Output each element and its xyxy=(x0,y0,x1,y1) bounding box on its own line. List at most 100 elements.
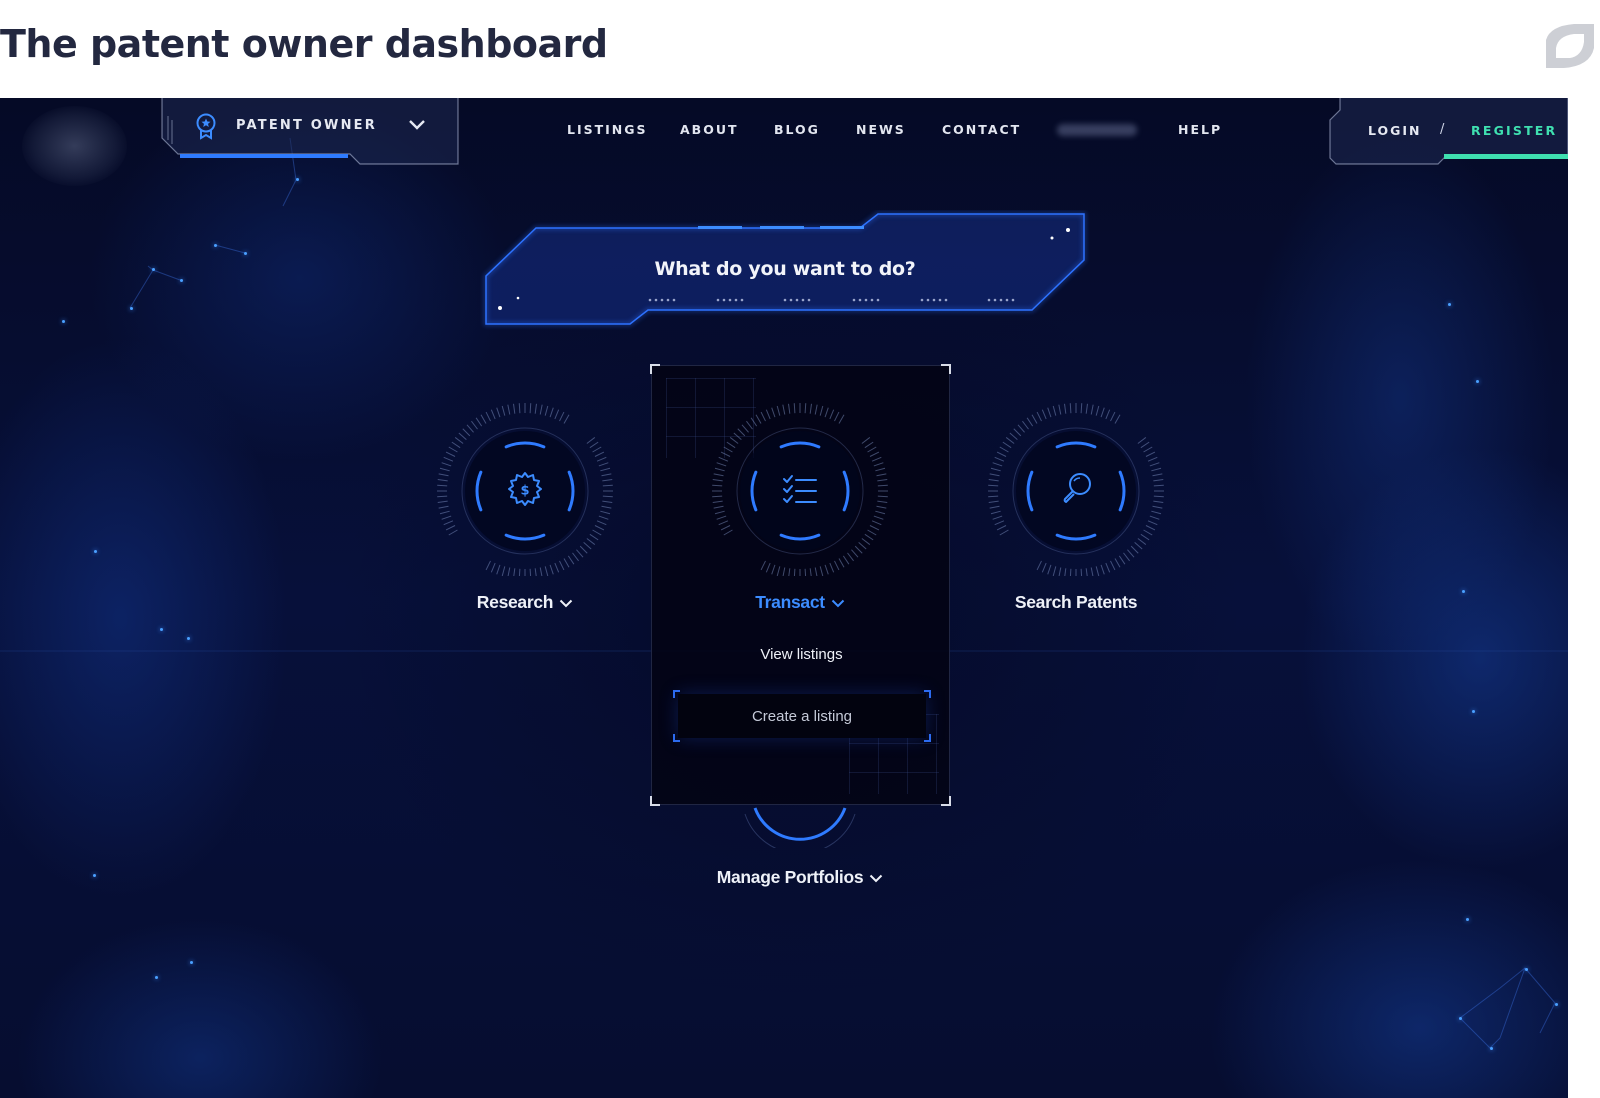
dial-tick xyxy=(1105,562,1111,573)
dial-tick xyxy=(592,529,602,536)
dial-tick xyxy=(814,404,818,415)
action-manage-portfolios-label[interactable]: Manage Portfolios xyxy=(700,867,900,888)
nav-listings[interactable]: LISTINGS xyxy=(567,122,648,137)
dial-tick xyxy=(990,510,1001,515)
dial-tick xyxy=(1153,500,1164,503)
star-dot xyxy=(1525,968,1528,971)
star-dot xyxy=(130,307,133,310)
dial-tick xyxy=(529,568,532,576)
dial-tick xyxy=(713,473,724,477)
login-link[interactable]: LOGIN xyxy=(1368,123,1422,138)
star-dot xyxy=(155,976,158,979)
dial-tick xyxy=(999,446,1009,453)
nav-blog[interactable]: BLOG xyxy=(774,122,820,137)
menu-item-create-listing[interactable]: Create a listing xyxy=(673,690,931,742)
dial-tick xyxy=(771,407,776,418)
dial-tick xyxy=(793,568,796,576)
magnifier-icon xyxy=(1063,473,1091,503)
star-dot xyxy=(152,268,155,271)
dial-tick xyxy=(441,462,452,467)
action-research-label[interactable]: Research xyxy=(425,592,625,613)
register-link[interactable]: REGISTER xyxy=(1471,123,1557,138)
dial-tick xyxy=(819,405,824,416)
dial-tick xyxy=(726,441,736,449)
dial-tick xyxy=(771,564,776,575)
dial-tick xyxy=(586,437,596,444)
dial-tick xyxy=(544,566,549,576)
dial-tick xyxy=(437,495,448,498)
svg-text:$: $ xyxy=(520,484,529,499)
dial-tick xyxy=(994,456,1005,462)
dial-tick xyxy=(448,529,458,536)
dial-tick xyxy=(1047,564,1052,575)
star-dot xyxy=(93,874,96,877)
dial-tick xyxy=(485,411,491,422)
dial-tick xyxy=(1153,479,1164,482)
nav-help[interactable]: HELP xyxy=(1178,122,1222,137)
dial-tick xyxy=(854,545,863,554)
dial-tick xyxy=(788,568,791,576)
prompt-title: What do you want to do? xyxy=(654,258,916,280)
dial-tick xyxy=(877,495,888,498)
dial-tick xyxy=(1022,420,1029,430)
gear-dollar-icon: $ xyxy=(508,472,542,506)
dial-tick xyxy=(563,558,570,568)
dial-tick xyxy=(858,542,867,550)
dial-tick xyxy=(602,500,613,503)
action-transact-label[interactable]: Transact xyxy=(700,592,900,613)
bracket-decoration xyxy=(924,690,931,698)
card-corner xyxy=(650,364,660,374)
chevron-down-icon xyxy=(559,599,573,608)
star-dot xyxy=(244,252,247,255)
action-search-patents-label[interactable]: Search Patents xyxy=(976,592,1176,613)
dial-tick xyxy=(480,414,487,424)
dial-tick xyxy=(1064,403,1067,414)
dial-tick xyxy=(714,510,725,515)
dial-tick xyxy=(737,428,746,437)
dial-tick xyxy=(1090,404,1094,415)
dial-tick xyxy=(549,564,554,575)
nav-news[interactable]: NEWS xyxy=(856,122,906,137)
dial-tick xyxy=(988,495,999,498)
dial-tick xyxy=(869,451,880,457)
dial-tick xyxy=(439,467,450,472)
dial-tick xyxy=(819,566,824,576)
dial-tick xyxy=(596,456,607,462)
dial-tick xyxy=(490,409,496,420)
dial-tick xyxy=(589,533,599,541)
dial-tick xyxy=(861,538,871,545)
dial-tick xyxy=(804,568,807,576)
dial-tick xyxy=(877,500,888,503)
dial-tick xyxy=(518,403,521,414)
nav-contact[interactable]: CONTACT xyxy=(942,122,1021,137)
dial-tick xyxy=(804,403,807,414)
dial-tick xyxy=(507,567,511,576)
nav-item-redacted[interactable] xyxy=(1057,124,1137,136)
dial-tick xyxy=(876,473,887,477)
menu-item-create-listing-label: Create a listing xyxy=(751,707,853,725)
chevron-down-icon xyxy=(831,599,845,608)
dial-tick xyxy=(1052,566,1057,576)
nav-about[interactable]: ABOUT xyxy=(680,122,739,137)
star-dot xyxy=(1476,380,1479,383)
dial-tick xyxy=(1123,552,1130,562)
dial-tick xyxy=(544,405,549,416)
page-heading: The patent owner dashboard xyxy=(0,22,608,66)
dial-tick xyxy=(1026,417,1034,427)
dial-tick xyxy=(1143,529,1153,536)
dial-tick xyxy=(439,510,450,515)
dial-tick xyxy=(598,515,609,520)
dial-tick xyxy=(513,568,516,576)
dial-tick xyxy=(760,411,766,422)
dial-tick xyxy=(462,428,471,437)
dial-tick xyxy=(579,545,588,554)
dial-tick xyxy=(716,515,727,520)
dial-tick xyxy=(873,462,884,467)
dial-tick xyxy=(586,538,596,545)
dial-tick xyxy=(1114,414,1121,424)
dial-tick xyxy=(1085,403,1088,414)
dial-tick xyxy=(869,525,880,531)
dial-tick xyxy=(501,566,506,576)
dial-tick xyxy=(437,479,448,482)
menu-item-view-listings[interactable]: View listings xyxy=(652,646,951,663)
